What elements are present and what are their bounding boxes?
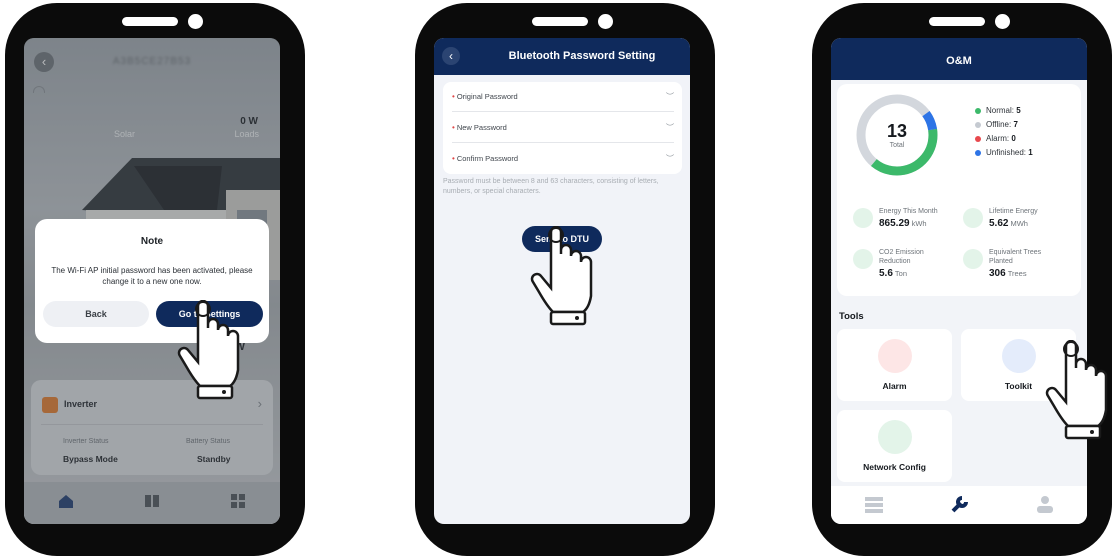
header: ‹ Bluetooth Password Setting (434, 38, 690, 75)
camera-dot (995, 14, 1010, 29)
speaker-notch (122, 17, 178, 26)
original-password-field[interactable]: • Original Password ︶ (452, 82, 674, 112)
om-screen: O&M 13 Total Normal: 5 Offline: 7 Alarm:… (831, 38, 1087, 524)
speaker-notch (929, 17, 985, 26)
password-hint: Password must be between 8 and 63 charac… (443, 178, 659, 195)
original-password-label: Original Password (456, 92, 518, 101)
password-form: • Original Password ︶ • New Password ︶ • Co… (443, 82, 682, 174)
pointing-hand-icon (177, 300, 240, 400)
legend-unfinished: Unfinished: 1 (975, 148, 1033, 157)
new-password-field[interactable]: • New Password ︶ (452, 113, 674, 143)
pointing-hand-icon (530, 226, 593, 326)
eye-closed-icon[interactable]: ︶ (666, 153, 674, 164)
user-icon[interactable] (1037, 495, 1053, 513)
confirm-password-label: Confirm Password (456, 154, 519, 163)
header: O&M (831, 38, 1087, 80)
phone-om: O&M 13 Total Normal: 5 Offline: 7 Alarm:… (812, 3, 1112, 556)
eye-closed-icon[interactable]: ︶ (666, 122, 674, 133)
required-mark: • (452, 123, 455, 132)
camera-dot (598, 14, 613, 29)
new-password-label: New Password (456, 123, 507, 132)
network-config-tool[interactable]: Network Config (837, 410, 952, 482)
camera-dot (188, 14, 203, 29)
wifi-icon (878, 420, 912, 454)
dialog-title: Note (140, 236, 164, 247)
toolkit-icon (1002, 339, 1036, 373)
home-screen: ‹ A3B5CE27B53 Solar 0 W Loads W Inverter… (24, 38, 280, 524)
bottom-nav (831, 486, 1087, 524)
calendar-icon (853, 208, 873, 228)
field-divider (452, 142, 674, 143)
device-stats-card: 13 Total Normal: 5 Offline: 7 Alarm: 0 U… (837, 84, 1081, 296)
confirm-password-field[interactable]: • Confirm Password ︶ (452, 144, 674, 174)
energy-icon (963, 208, 983, 228)
back-dialog-button[interactable]: Back (43, 301, 149, 327)
page-title: O&M (946, 55, 972, 67)
tree-icon (963, 249, 983, 269)
pointing-hand-icon (1045, 340, 1108, 440)
back-button[interactable]: ‹ (442, 47, 460, 65)
legend-normal: Normal: 5 (975, 106, 1021, 115)
legend-alarm: Alarm: 0 (975, 134, 1016, 143)
alarm-tool[interactable]: Alarm (837, 329, 952, 401)
eye-closed-icon[interactable]: ︶ (666, 91, 674, 102)
required-mark: • (452, 92, 455, 101)
factory-icon (853, 249, 873, 269)
total-label: Total (889, 142, 905, 149)
required-mark: • (452, 154, 455, 163)
alarm-icon (878, 339, 912, 373)
field-divider (452, 111, 674, 112)
page-title: Bluetooth Password Setting (508, 50, 656, 62)
tools-section-title: Tools (839, 311, 864, 322)
legend-offline: Offline: 7 (975, 120, 1018, 129)
dialog-message: The Wi-Fi AP initial password has been a… (51, 266, 253, 286)
speaker-notch (532, 17, 588, 26)
total-count: 13 (886, 121, 908, 141)
phone-home-screen: ‹ A3B5CE27B53 Solar 0 W Loads W Inverter… (5, 3, 305, 556)
list-icon[interactable] (865, 497, 883, 513)
wrench-icon[interactable] (951, 495, 969, 513)
